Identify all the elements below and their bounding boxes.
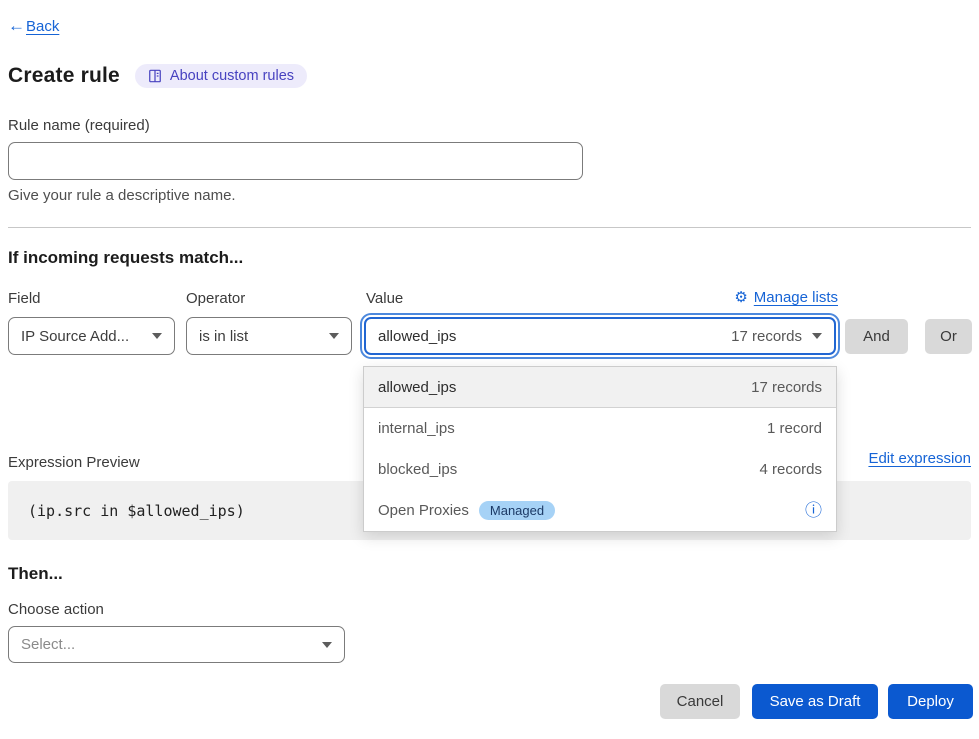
list-option-open-proxies[interactable]: Open Proxies Managed ⓘ	[364, 490, 836, 531]
chevron-down-icon	[812, 333, 822, 339]
manage-lists-link[interactable]: ⚙ Manage lists	[734, 289, 838, 306]
rule-name-input[interactable]	[8, 142, 583, 180]
list-option-name: internal_ips	[378, 420, 455, 437]
chevron-down-icon	[322, 642, 332, 648]
back-arrow-icon: ←	[8, 16, 25, 36]
about-custom-rules-link[interactable]: About custom rules	[135, 64, 307, 88]
match-section-heading: If incoming requests match...	[8, 248, 243, 268]
value-select-meta: 17 records	[731, 328, 802, 345]
rule-name-label: Rule name (required)	[8, 117, 150, 134]
list-option-meta: 17 records	[751, 379, 822, 396]
rule-name-helper: Give your rule a descriptive name.	[8, 187, 236, 204]
field-label: Field	[8, 290, 41, 307]
action-select[interactable]: Select...	[8, 626, 345, 663]
list-option-name: allowed_ips	[378, 379, 456, 396]
title-row: Create rule About custom rules	[8, 64, 307, 88]
choose-action-label: Choose action	[8, 601, 104, 618]
manage-lists-label: Manage lists	[754, 289, 838, 306]
operator-select-value: is in list	[199, 328, 248, 345]
expression-preview-label: Expression Preview	[8, 454, 140, 471]
edit-expression-label: Edit expression	[868, 450, 971, 467]
back-link[interactable]: ← Back	[8, 16, 59, 36]
or-button[interactable]: Or	[925, 319, 972, 354]
deploy-button[interactable]: Deploy	[888, 684, 973, 719]
gear-icon: ⚙	[734, 290, 747, 305]
save-as-draft-button[interactable]: Save as Draft	[752, 684, 878, 719]
operator-select[interactable]: is in list	[186, 317, 352, 355]
operator-label: Operator	[186, 290, 245, 307]
managed-badge: Managed	[479, 501, 555, 520]
section-divider	[8, 227, 971, 228]
value-select-value: allowed_ips	[378, 328, 456, 345]
chevron-down-icon	[329, 333, 339, 339]
value-select[interactable]: allowed_ips 17 records	[364, 317, 836, 355]
then-section-heading: Then...	[8, 564, 63, 584]
cancel-button[interactable]: Cancel	[660, 684, 740, 719]
info-icon[interactable]: ⓘ	[805, 502, 822, 519]
list-option-meta: 4 records	[759, 461, 822, 478]
field-select[interactable]: IP Source Add...	[8, 317, 175, 355]
list-option-name: Open Proxies	[378, 502, 469, 519]
value-label: Value	[366, 290, 403, 307]
and-button[interactable]: And	[845, 319, 908, 354]
back-link-label: Back	[26, 18, 59, 35]
page-title: Create rule	[8, 64, 120, 88]
chevron-down-icon	[152, 333, 162, 339]
list-dropdown-menu: allowed_ips 17 records internal_ips 1 re…	[363, 366, 837, 532]
list-option-meta: 1 record	[767, 420, 822, 437]
list-option-internal-ips[interactable]: internal_ips 1 record	[364, 408, 836, 449]
list-option-allowed-ips[interactable]: allowed_ips 17 records	[364, 367, 836, 408]
list-option-blocked-ips[interactable]: blocked_ips 4 records	[364, 449, 836, 490]
list-option-name: blocked_ips	[378, 461, 457, 478]
about-custom-rules-label: About custom rules	[170, 68, 294, 84]
field-select-value: IP Source Add...	[21, 328, 129, 345]
book-icon	[148, 69, 162, 83]
action-select-placeholder: Select...	[21, 636, 75, 653]
edit-expression-link[interactable]: Edit expression	[868, 450, 971, 467]
